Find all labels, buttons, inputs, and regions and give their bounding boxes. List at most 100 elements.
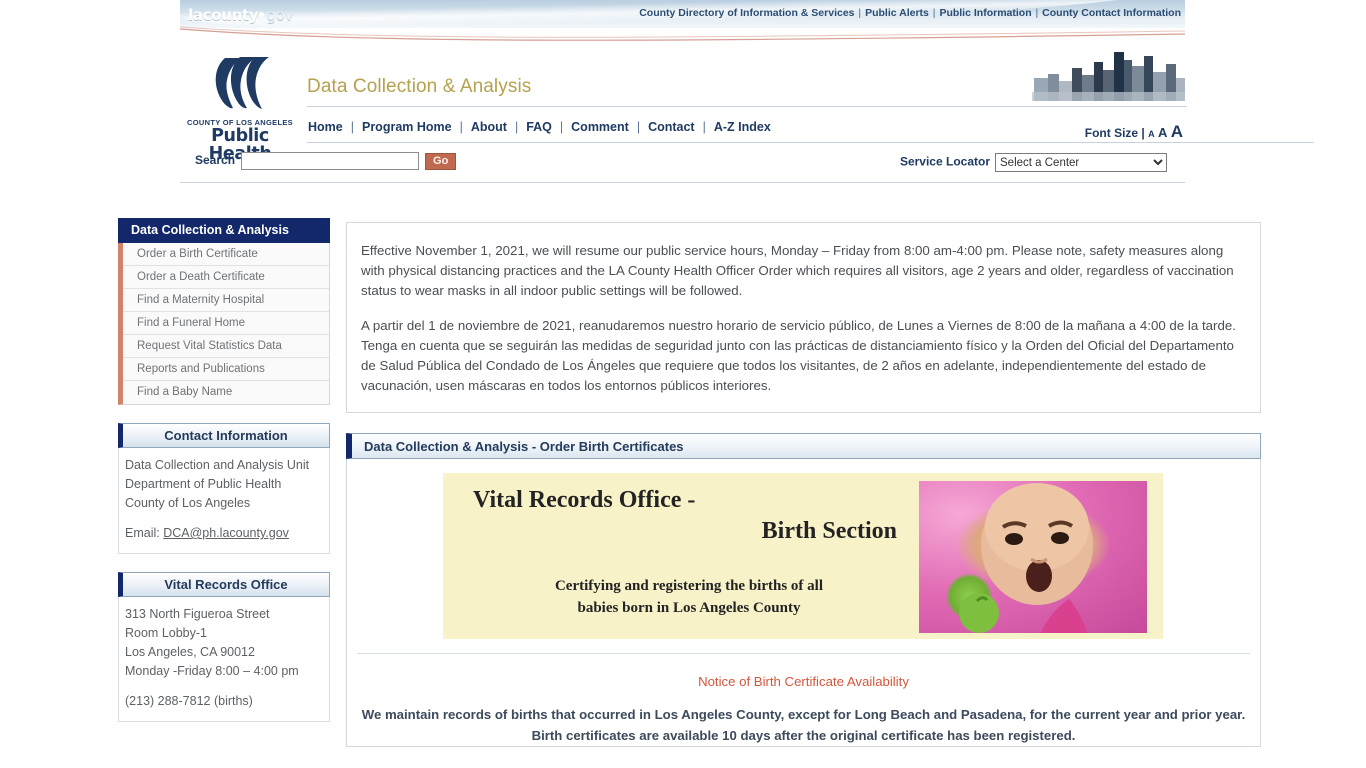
public-health-seal-icon bbox=[215, 57, 269, 109]
vital-phone-births: (213) 288-7812 (births) bbox=[125, 694, 253, 708]
main-content: Effective November 1, 2021, we will resu… bbox=[346, 222, 1261, 748]
sidebar-item-order-death-certificate[interactable]: Order a Death Certificate bbox=[123, 266, 329, 289]
county-link-public-alerts[interactable]: Public Alerts bbox=[865, 7, 929, 19]
curve-svg bbox=[180, 26, 1185, 41]
vital-panel-body: 313 North Figueroa Street Room Lobby-1 L… bbox=[118, 597, 330, 722]
font-size-medium-button[interactable]: A bbox=[1158, 125, 1167, 140]
left-sidebar: Data Collection & Analysis Order a Birth… bbox=[118, 218, 330, 722]
nav-sep-5: | bbox=[636, 120, 641, 134]
nav-item-home[interactable]: Home bbox=[307, 120, 344, 134]
banner-subtitle-line2: babies born in Los Angeles County bbox=[577, 600, 801, 617]
sidebar-item-find-baby-name[interactable]: Find a Baby Name bbox=[123, 381, 329, 404]
contact-panel-title: Contact Information bbox=[118, 423, 330, 448]
contact-email-label: Email: bbox=[125, 526, 160, 540]
service-hours-notice: Effective November 1, 2021, we will resu… bbox=[346, 222, 1261, 414]
contact-email-row: Email: DCA@ph.lacounty.gov bbox=[125, 524, 319, 543]
county-link-sep-2: | bbox=[929, 7, 939, 19]
vital-address-street: 313 North Figueroa Street bbox=[125, 607, 270, 621]
font-size-label: Font Size | bbox=[1084, 126, 1145, 140]
sidebar-item-request-vital-statistics-data[interactable]: Request Vital Statistics Data bbox=[123, 335, 329, 358]
sidebar-item-reports-and-publications[interactable]: Reports and Publications bbox=[123, 358, 329, 381]
content-divider bbox=[357, 653, 1250, 655]
banner-subtitle: Certifying and registering the births of… bbox=[465, 576, 913, 620]
nav-sep-1: | bbox=[350, 120, 354, 134]
service-locator-label: Service Locator bbox=[899, 154, 990, 169]
vital-records-office-panel: Vital Records Office 313 North Figueroa … bbox=[118, 572, 330, 722]
vital-address-room: Room Lobby-1 bbox=[125, 626, 207, 640]
vital-address-city: Los Angeles, CA 90012 bbox=[125, 645, 255, 659]
lacounty-logo-gov: gov bbox=[266, 6, 294, 24]
site-header: COUNTY OF LOS ANGELES Public Health Data… bbox=[180, 42, 1314, 182]
skyline-svg bbox=[1032, 48, 1185, 101]
banner-title: Vital Records Office - Birth Section bbox=[473, 485, 903, 546]
section-body: Vital Records Office - Birth Section Cer… bbox=[346, 459, 1261, 748]
county-links: County Directory of Information & Servic… bbox=[639, 7, 1181, 19]
header-rule-top bbox=[307, 106, 1187, 107]
banner-title-line1: Vital Records Office - bbox=[473, 487, 696, 514]
page-title: Data Collection & Analysis bbox=[307, 76, 532, 97]
nav-item-comment[interactable]: Comment bbox=[570, 120, 630, 134]
search-row: Search Go bbox=[195, 152, 457, 170]
county-link-contact-information[interactable]: County Contact Information bbox=[1042, 7, 1181, 19]
county-link-sep-3: | bbox=[1032, 7, 1042, 19]
banner-title-line2: Birth Section bbox=[761, 518, 897, 545]
nav-item-az-index[interactable]: A-Z Index bbox=[713, 120, 772, 134]
header-rule-bottom bbox=[307, 142, 1314, 143]
vital-office-hours: Monday -Friday 8:00 – 4:00 pm bbox=[125, 664, 299, 678]
service-locator: Service Locator Select a Center bbox=[900, 153, 1167, 172]
sidebar-nav-title: Data Collection & Analysis bbox=[118, 218, 330, 243]
contact-county-line: County of Los Angeles bbox=[125, 496, 251, 510]
header-curve-divider bbox=[180, 26, 1185, 42]
vital-records-birth-banner: Vital Records Office - Birth Section Cer… bbox=[443, 473, 1163, 640]
public-health-logo[interactable]: COUNTY OF LOS ANGELES Public Health bbox=[186, 54, 294, 164]
sidebar-nav-box: Data Collection & Analysis Order a Birth… bbox=[118, 218, 330, 405]
vital-panel-title: Vital Records Office bbox=[118, 572, 330, 597]
service-locator-select[interactable]: Select a Center bbox=[995, 153, 1167, 172]
search-label: Search bbox=[195, 153, 236, 168]
la-skyline-image bbox=[1032, 48, 1185, 101]
contact-email-link[interactable]: DCA@ph.lacounty.gov bbox=[163, 526, 289, 540]
section-header-order-birth-certificates: Data Collection & Analysis - Order Birth… bbox=[346, 433, 1261, 460]
notice-spanish: A partir del 1 de noviembre de 2021, rea… bbox=[361, 317, 1236, 394]
nav-sep-2: | bbox=[459, 120, 463, 134]
nav-sep-4: | bbox=[559, 120, 564, 134]
main-navigation: Home | Program Home | About | FAQ | Comment | Cont… bbox=[307, 120, 772, 134]
lacounty-logo-dot bbox=[259, 12, 265, 17]
header-separator bbox=[180, 182, 1185, 183]
nav-item-about[interactable]: About bbox=[470, 120, 508, 134]
county-top-bar: lacounty gov County Directory of Informat… bbox=[180, 0, 1185, 28]
nav-sep-3: | bbox=[514, 120, 519, 134]
contact-spacer bbox=[125, 513, 319, 524]
baby-photo-svg bbox=[959, 483, 1093, 634]
sidebar-item-find-funeral-home[interactable]: Find a Funeral Home bbox=[123, 312, 329, 335]
sidebar-nav-list: Order a Birth Certificate Order a Death … bbox=[118, 243, 330, 405]
contact-unit-line: Data Collection and Analysis Unit bbox=[125, 458, 310, 472]
search-go-button[interactable]: Go bbox=[425, 152, 457, 170]
nav-item-program-home[interactable]: Program Home bbox=[361, 120, 453, 134]
baby-photo bbox=[919, 481, 1147, 634]
font-size-control[interactable]: Font Size | A A A bbox=[1078, 122, 1183, 142]
lacounty-logo-text: lacounty bbox=[188, 6, 259, 24]
nav-item-faq[interactable]: FAQ bbox=[525, 120, 553, 134]
availability-notice-body: We maintain records of births that occur… bbox=[347, 705, 1260, 746]
contact-department-line: Department of Public Health bbox=[125, 477, 282, 491]
notice-english: Effective November 1, 2021, we will resu… bbox=[361, 243, 1234, 299]
availability-line-1: We maintain records of births that occur… bbox=[361, 707, 1246, 723]
page-root: lacounty gov County Directory of Informat… bbox=[0, 0, 1366, 768]
county-link-sep-1: | bbox=[855, 7, 865, 19]
lacounty-gov-logo[interactable]: lacounty gov bbox=[188, 6, 293, 24]
contact-information-panel: Contact Information Data Collection and … bbox=[118, 423, 330, 554]
county-link-public-information[interactable]: Public Information bbox=[939, 7, 1031, 19]
font-size-small-button[interactable]: A bbox=[1148, 129, 1155, 139]
availability-line-2: Birth certificates are available 10 days… bbox=[531, 727, 1076, 743]
sidebar-item-order-birth-certificate[interactable]: Order a Birth Certificate bbox=[123, 243, 329, 266]
availability-notice-title: Notice of Birth Certificate Availability bbox=[698, 674, 909, 690]
county-link-directory[interactable]: County Directory of Information & Servic… bbox=[639, 7, 854, 19]
nav-item-contact[interactable]: Contact bbox=[647, 120, 696, 134]
search-input[interactable] bbox=[241, 152, 420, 170]
sidebar-item-find-maternity-hospital[interactable]: Find a Maternity Hospital bbox=[123, 289, 329, 312]
contact-panel-body: Data Collection and Analysis Unit Depart… bbox=[118, 448, 330, 554]
vital-spacer bbox=[125, 681, 319, 692]
font-size-large-button[interactable]: A bbox=[1171, 122, 1183, 141]
nav-sep-6: | bbox=[702, 120, 706, 134]
